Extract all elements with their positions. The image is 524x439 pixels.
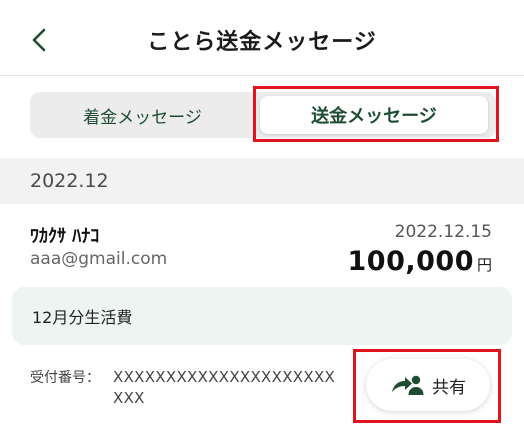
month-section-header: 2022.12 <box>0 158 524 204</box>
month-label: 2022.12 <box>30 170 109 192</box>
memo-text: 12月分生活費 <box>32 308 133 327</box>
share-person-icon <box>392 375 424 395</box>
recipient-email: aaa@gmail.com <box>30 249 168 269</box>
share-button[interactable]: 共有 <box>366 359 490 411</box>
page-title: ことら送金メッセージ <box>147 30 377 55</box>
tab-sent-messages[interactable]: 送金メッセージ <box>260 96 488 134</box>
recipient-name: ﾜｶｸｻ ﾊﾅｺ <box>30 226 100 247</box>
app-header: ことら送金メッセージ <box>0 0 524 76</box>
transaction-amount: 100,000 円 <box>348 246 493 277</box>
share-label: 共有 <box>432 377 466 398</box>
message-memo-box: 12月分生活費 <box>12 287 512 345</box>
receipt-number-label: 受付番号： <box>30 370 100 386</box>
tab-received-messages[interactable]: 着金メッセージ <box>30 92 255 138</box>
amount-value: 100,000 <box>347 246 474 277</box>
message-type-segmented-control: 着金メッセージ 送金メッセージ <box>30 92 496 138</box>
currency-unit: 円 <box>476 256 492 274</box>
transaction-date: 2022.12.15 <box>394 222 492 242</box>
receipt-number-value: XXXXXXXXXXXXXXXXXXXXXXXX <box>113 368 336 407</box>
